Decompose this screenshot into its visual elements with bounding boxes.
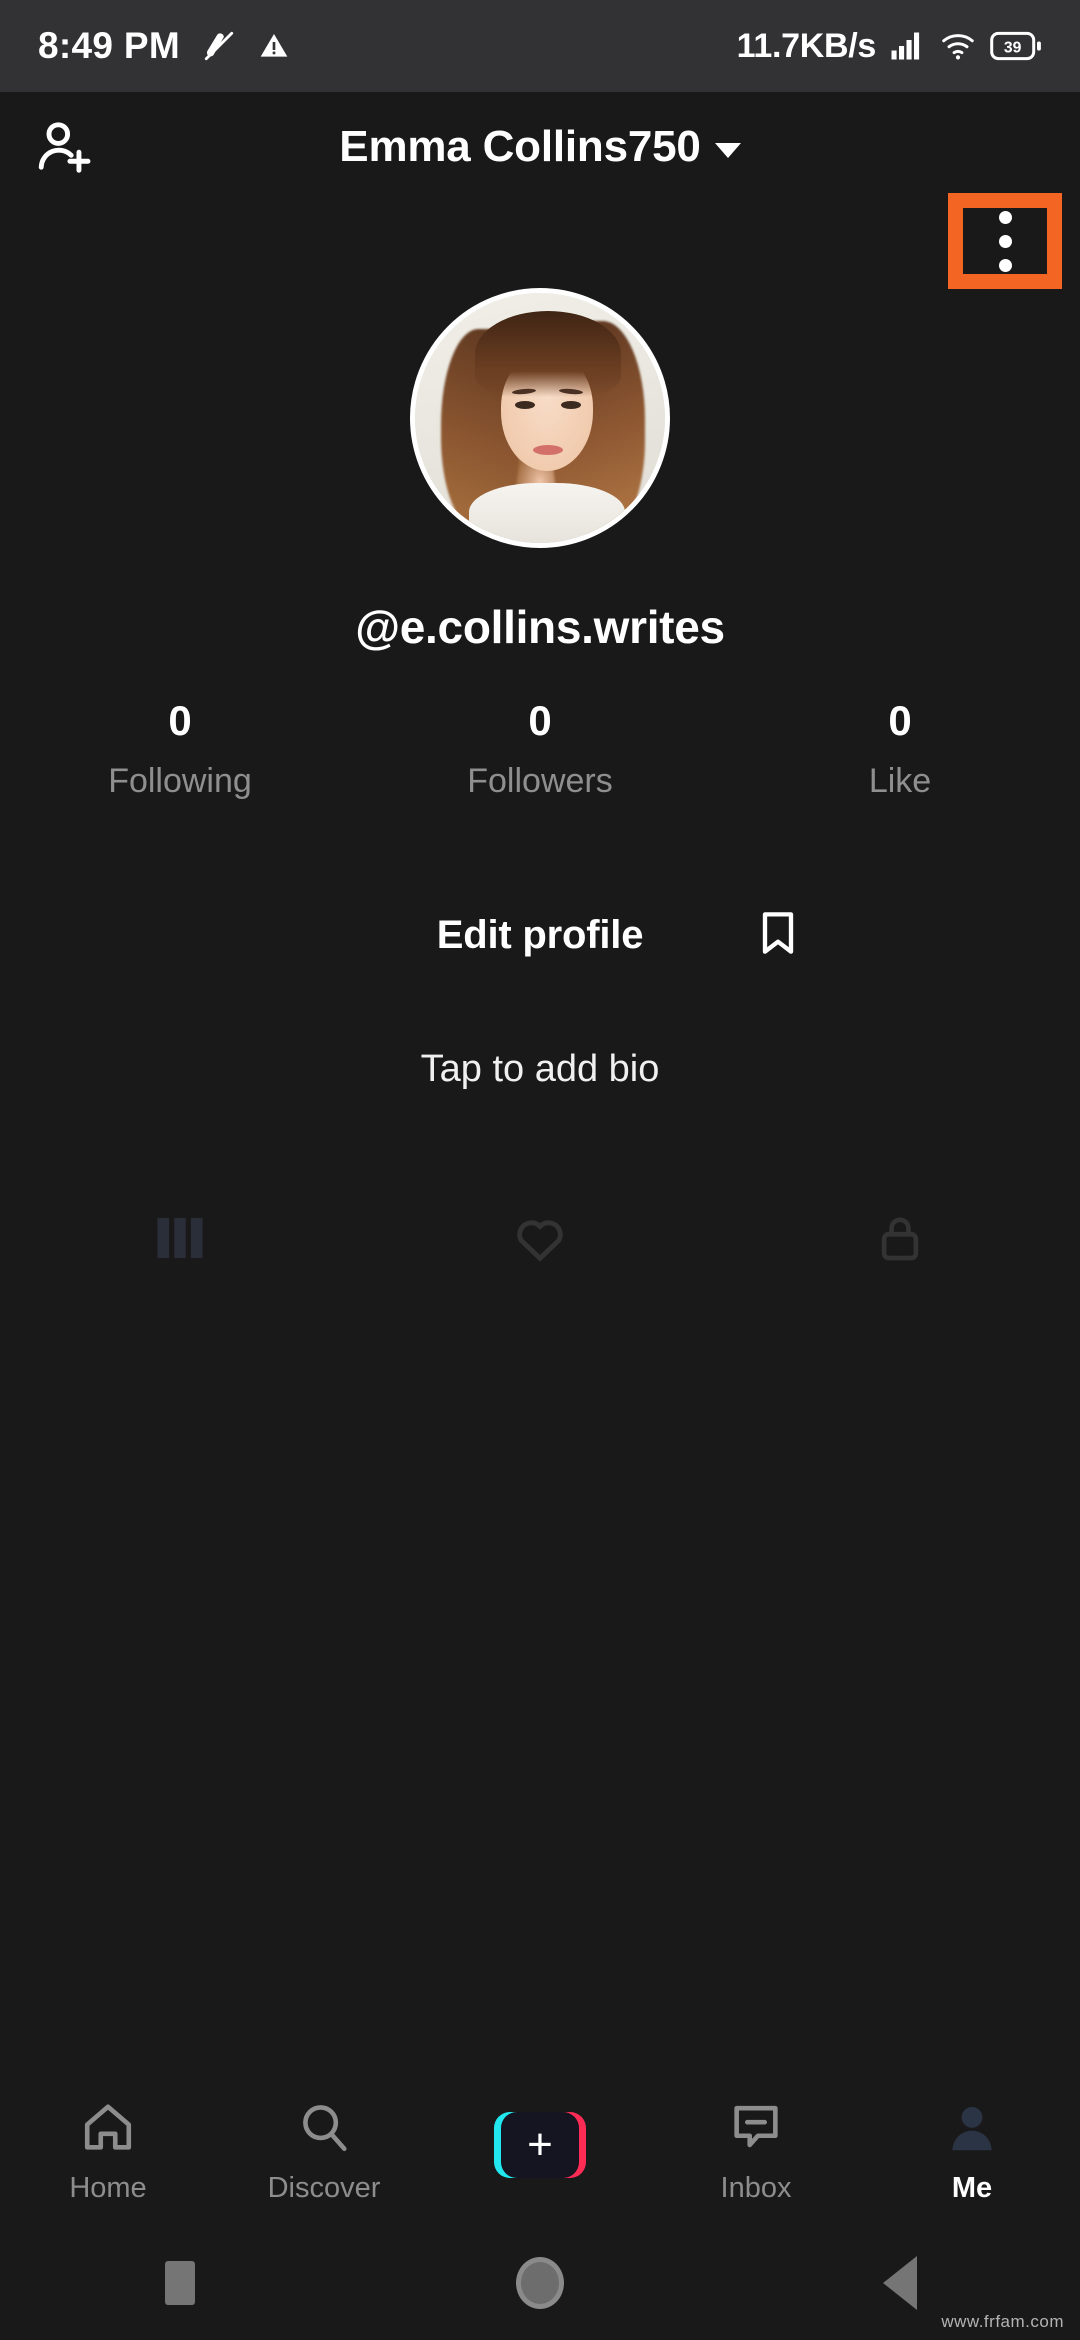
nav-label: Home: [69, 2172, 147, 2204]
three-dots-vertical-icon: [998, 210, 1012, 224]
stat-value: 0: [168, 697, 192, 744]
battery-level-label: 39: [1004, 40, 1022, 57]
profile-stats: 0 Following 0 Followers 0 Like: [0, 697, 1080, 800]
tab-reposts[interactable]: [360, 1185, 720, 1295]
person-icon: [943, 2099, 1001, 2162]
nav-label: Me: [951, 2172, 993, 2204]
username-handle: @e.collins.writes: [355, 601, 725, 653]
stat-value: 0: [888, 697, 912, 744]
nav-item-home[interactable]: Home: [0, 2099, 216, 2203]
avatar-hair-top: [475, 311, 621, 397]
bottom-navigation-bar: Home Discover + Inbox Me: [0, 2076, 1080, 2226]
profile-content-tabs: [0, 1185, 1080, 1295]
stat-label: Followers: [467, 762, 613, 800]
repost-icon: [511, 1209, 569, 1272]
create-plus-label: +: [501, 2112, 579, 2178]
profile-actions: Edit profile: [0, 895, 1080, 975]
square-recents-icon: [165, 2261, 195, 2305]
android-back-button[interactable]: [720, 2256, 1080, 2310]
nav-item-me[interactable]: Me: [864, 2099, 1080, 2203]
wifi-icon: [940, 31, 976, 61]
avatar-shirt: [469, 483, 625, 543]
edit-profile-button[interactable]: Edit profile: [0, 895, 1080, 975]
bookmark-button[interactable]: [742, 899, 814, 971]
status-bar: 8:49 PM 11.7KB/s 39: [0, 0, 1080, 92]
three-dots-vertical-icon-dot2: [998, 234, 1012, 248]
status-bar-right: 11.7KB/s 39: [737, 27, 1042, 66]
bookmark-icon: [752, 907, 804, 964]
avatar-lips: [533, 445, 563, 455]
android-navigation-bar: [0, 2226, 1080, 2340]
watermark: www.frfam.com: [941, 2312, 1064, 2331]
avatar-eye-left: [515, 401, 535, 409]
avatar[interactable]: [410, 288, 670, 548]
avatar-photo: [415, 293, 665, 543]
stat-likes[interactable]: 0 Like: [720, 697, 1080, 800]
silent-mode-icon: [202, 29, 236, 63]
tab-posts[interactable]: [0, 1185, 360, 1295]
search-icon: [295, 2099, 353, 2162]
stat-following[interactable]: 0 Following: [0, 697, 360, 800]
stat-label: Following: [108, 762, 252, 800]
status-bar-left: 8:49 PM: [38, 25, 290, 67]
three-dots-vertical-icon-dot3: [998, 258, 1012, 272]
warning-triangle-icon: [258, 30, 290, 62]
signal-bars-icon: [890, 31, 926, 61]
app-header: Emma Collins750: [0, 92, 1080, 289]
circle-home-icon: [516, 2257, 564, 2309]
message-icon: [727, 2099, 785, 2162]
stat-label: Like: [868, 762, 932, 800]
nav-label: Discover: [267, 2172, 381, 2204]
android-recents-button[interactable]: [0, 2261, 360, 2305]
nav-label: Inbox: [720, 2172, 792, 2204]
tab-private[interactable]: [720, 1185, 1080, 1295]
status-bar-time: 8:49 PM: [38, 25, 180, 66]
stat-followers[interactable]: 0 Followers: [360, 697, 720, 800]
page-title: Emma Collins750: [339, 122, 701, 171]
bio-placeholder[interactable]: Tap to add bio: [0, 1048, 1080, 1091]
avatar-eye-right: [561, 401, 581, 409]
grid-posts-icon: [150, 1208, 210, 1273]
profile-name-dropdown[interactable]: Emma Collins750: [0, 92, 1080, 202]
nav-item-discover[interactable]: Discover: [216, 2099, 432, 2203]
nav-item-inbox[interactable]: Inbox: [648, 2099, 864, 2203]
home-icon: [79, 2099, 137, 2162]
nav-item-create[interactable]: +: [432, 2112, 648, 2190]
more-options-button[interactable]: [948, 193, 1062, 289]
stat-value: 0: [528, 697, 552, 744]
battery-icon: 39: [990, 31, 1042, 61]
chevron-down-icon: [714, 142, 741, 158]
lock-private-icon: [872, 1210, 928, 1271]
network-speed-label: 11.7KB/s: [736, 26, 877, 65]
triangle-back-icon: [883, 2256, 917, 2310]
create-plus-icon[interactable]: +: [494, 2112, 586, 2178]
phone-screen: 8:49 PM 11.7KB/s 39 Emma Collins750 @e.c…: [0, 0, 1080, 2340]
android-home-button[interactable]: [360, 2257, 720, 2309]
